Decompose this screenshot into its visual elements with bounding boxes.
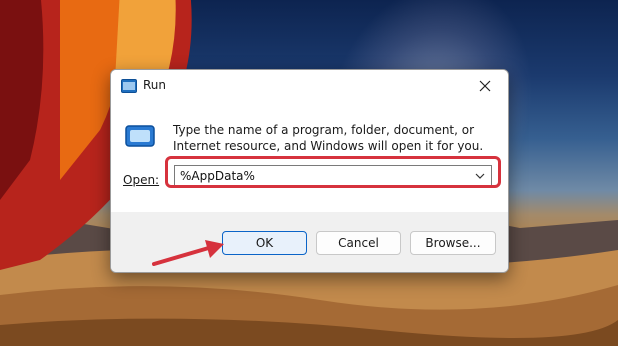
input-highlight-annotation	[165, 156, 501, 188]
run-program-icon	[125, 125, 155, 147]
run-icon	[121, 79, 137, 93]
close-icon	[479, 80, 491, 92]
title-bar: Run	[111, 70, 508, 102]
browse-button[interactable]: Browse...	[410, 231, 496, 255]
red-arrow-icon	[152, 240, 224, 266]
window-title: Run	[143, 78, 167, 92]
cancel-button[interactable]: Cancel	[316, 231, 401, 255]
description-text: Type the name of a program, folder, docu…	[173, 123, 484, 153]
ok-button[interactable]: OK	[222, 231, 307, 255]
open-label: Open:	[123, 173, 160, 187]
close-button[interactable]	[462, 70, 508, 102]
dialog-content: Type the name of a program, folder, docu…	[111, 102, 508, 212]
